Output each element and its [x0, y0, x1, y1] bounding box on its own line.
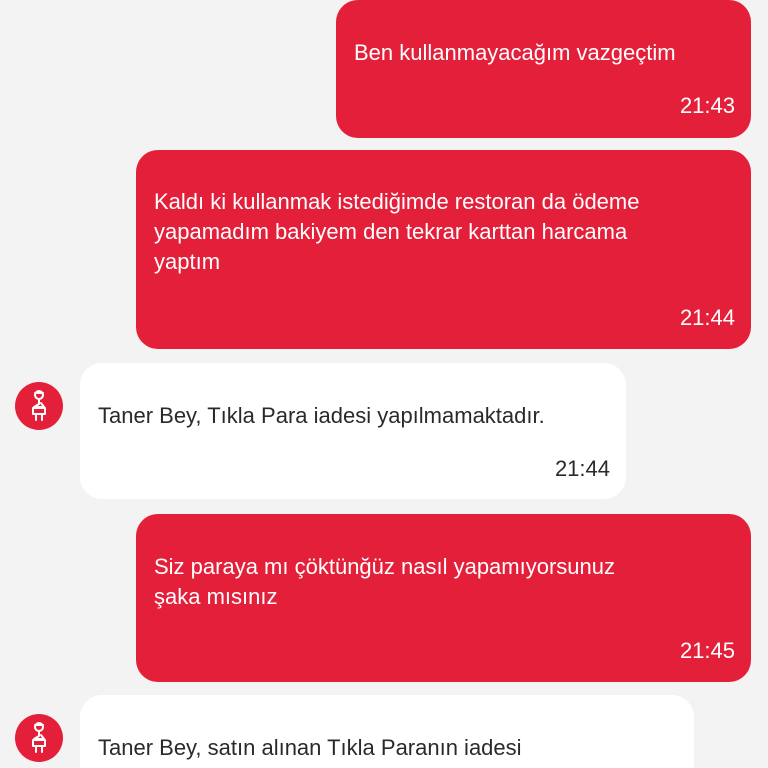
outgoing-message[interactable]: Ben kullanmayacağım vazgeçtim 21:43	[336, 0, 751, 138]
message-text: Kaldı ki kullanmak istediğimde restoran …	[154, 189, 640, 274]
message-text: Siz paraya mı çöktünğüz nasıl yapamıyors…	[154, 554, 616, 609]
courier-scooter-icon	[32, 390, 46, 421]
message-text: Taner Bey, satın alınan Tıkla Paranın ia…	[98, 735, 522, 760]
message-time: 21:44	[554, 456, 610, 481]
incoming-message[interactable]: Taner Bey, satın alınan Tıkla Paranın ia…	[80, 695, 694, 768]
agent-avatar	[15, 382, 63, 430]
outgoing-message[interactable]: Kaldı ki kullanmak istediğimde restoran …	[136, 150, 751, 349]
message-text: Taner Bey, Tıkla Para iadesi yapılmamakt…	[98, 403, 545, 428]
outgoing-message[interactable]: Siz paraya mı çöktünğüz nasıl yapamıyors…	[136, 514, 751, 682]
chat-thread[interactable]: Ben kullanmayacağım vazgeçtim 21:43 Kald…	[0, 0, 768, 768]
courier-scooter-icon	[32, 722, 46, 753]
incoming-message[interactable]: Taner Bey, Tıkla Para iadesi yapılmamakt…	[80, 363, 626, 499]
message-time: 21:44	[679, 305, 735, 330]
message-time: 21:45	[679, 638, 735, 663]
agent-avatar	[15, 714, 63, 762]
message-time: 21:43	[679, 93, 735, 118]
message-text: Ben kullanmayacağım vazgeçtim	[354, 40, 676, 65]
